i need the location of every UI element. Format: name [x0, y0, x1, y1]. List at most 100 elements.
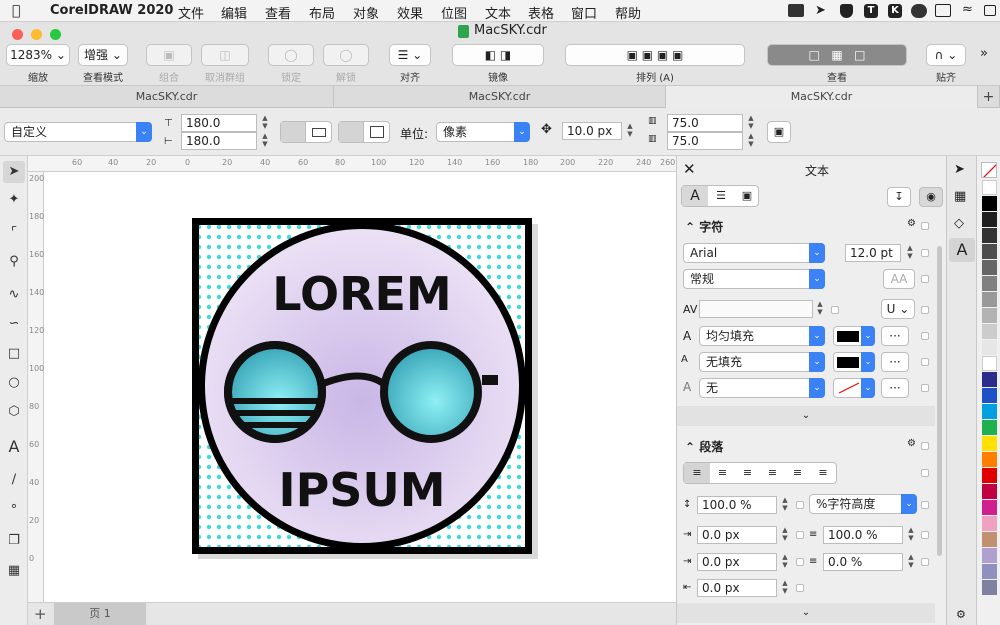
- snap-button[interactable]: ∩ ⌄: [926, 44, 966, 66]
- right-indent-checkbox[interactable]: [796, 584, 804, 592]
- docker-settings-icon[interactable]: ⚙: [956, 608, 966, 621]
- import-style-icon[interactable]: ↧: [887, 187, 911, 207]
- pick-tool-icon[interactable]: ➤: [3, 161, 25, 183]
- palette-swatch[interactable]: [982, 276, 997, 291]
- font-select[interactable]: Arial ⌄: [683, 243, 825, 263]
- kerning-checkbox[interactable]: [831, 306, 839, 314]
- unlock-button[interactable]: ◯: [323, 44, 369, 66]
- freehand-tool-icon[interactable]: ∿: [3, 284, 25, 306]
- align-force-icon[interactable]: ≡: [810, 463, 836, 483]
- palette-swatch[interactable]: [982, 244, 997, 259]
- tab-doc-1[interactable]: MacSKY.cdr: [0, 86, 334, 108]
- palette-swatch[interactable]: [982, 340, 997, 355]
- align-center-icon[interactable]: ≡: [735, 463, 760, 483]
- underline-button[interactable]: U ⌄: [881, 299, 915, 319]
- palette-swatch[interactable]: [982, 516, 997, 531]
- palette-swatch[interactable]: [982, 196, 997, 211]
- palette-swatch[interactable]: [982, 372, 997, 387]
- palette-swatch[interactable]: [982, 564, 997, 579]
- paragraph-mode-icon[interactable]: ☰: [708, 186, 734, 206]
- nudge-field[interactable]: 10.0 px: [562, 122, 622, 140]
- tab-doc-3[interactable]: MacSKY.cdr: [666, 86, 978, 108]
- palette-swatch[interactable]: [982, 580, 997, 595]
- menu-view[interactable]: 查看: [265, 3, 291, 22]
- text-tool-icon[interactable]: A: [3, 436, 25, 458]
- align-none-icon[interactable]: ≡: [684, 463, 710, 483]
- palette-swatch[interactable]: [982, 468, 997, 483]
- battery-icon[interactable]: [984, 5, 996, 16]
- unit-select[interactable]: 像素 ⌄: [436, 122, 530, 142]
- palette-swatch[interactable]: [982, 436, 997, 451]
- first-indent-checkbox[interactable]: [796, 558, 804, 566]
- alignment-buttons[interactable]: ≡ ≡ ≡ ≡ ≡ ≡: [683, 462, 837, 484]
- menu-layout[interactable]: 布局: [309, 3, 335, 22]
- bg-checkbox[interactable]: [921, 358, 929, 366]
- fill-type-select[interactable]: 均匀填充 ⌄: [699, 326, 825, 346]
- palette-swatch[interactable]: [982, 548, 997, 563]
- palette-swatch[interactable]: [982, 260, 997, 275]
- page-height-field[interactable]: 180.0: [181, 132, 257, 150]
- display-icon[interactable]: [935, 4, 951, 17]
- character-mode-icon[interactable]: A: [682, 186, 708, 206]
- width-stepper[interactable]: ▲ ▼: [260, 114, 270, 132]
- palette-swatch[interactable]: [982, 324, 997, 339]
- text-icon[interactable]: T: [864, 4, 878, 18]
- frame-mode-icon[interactable]: ▣: [734, 186, 760, 206]
- left-indent-checkbox[interactable]: [796, 531, 804, 539]
- word-spacing-checkbox[interactable]: [921, 558, 929, 566]
- docker-scrollbar[interactable]: [937, 246, 942, 556]
- char-expand-icon[interactable]: ⌄: [677, 406, 935, 426]
- group-button[interactable]: ▣: [146, 44, 192, 66]
- portrait-icon[interactable]: [281, 122, 306, 142]
- char-spacing-field[interactable]: 100.0 %: [823, 526, 903, 544]
- size-checkbox[interactable]: [921, 249, 929, 257]
- align-docker-icon[interactable]: ▦: [954, 189, 966, 204]
- shape-tool-icon[interactable]: ✦: [3, 189, 25, 211]
- align-left-icon[interactable]: ≡: [710, 463, 735, 483]
- menu-help[interactable]: 帮助: [615, 3, 641, 22]
- unit-checkbox[interactable]: [921, 501, 929, 509]
- artwork-subtitle-text[interactable]: IPSUM: [278, 463, 445, 517]
- text-docker-tab-icon[interactable]: A: [949, 238, 975, 262]
- all-pages-icon[interactable]: [339, 122, 364, 142]
- app-menu[interactable]: CorelDRAW 2020: [50, 3, 173, 18]
- para-expand-icon[interactable]: ⌄: [677, 603, 935, 623]
- polygon-tool-icon[interactable]: ⬡: [3, 401, 25, 423]
- horizontal-ruler[interactable]: 60 40 20 0 20 40 60 80 100 120 140 160 1…: [28, 156, 676, 172]
- menu-object[interactable]: 对象: [353, 3, 379, 22]
- tab-doc-2[interactable]: MacSKY.cdr: [334, 86, 666, 108]
- left-indent-stepper[interactable]: ▲ ▼: [780, 526, 790, 544]
- menu-file[interactable]: 文件: [178, 3, 204, 22]
- first-indent-stepper[interactable]: ▲ ▼: [780, 553, 790, 571]
- underline-checkbox[interactable]: [921, 306, 929, 314]
- palette-swatch[interactable]: [982, 292, 997, 307]
- shield-icon[interactable]: [840, 4, 853, 18]
- current-page-icon[interactable]: [370, 126, 384, 138]
- palette-swatch[interactable]: [982, 180, 997, 195]
- lock-button[interactable]: ◯: [268, 44, 314, 66]
- view-toggle-buttons[interactable]: □ ▦ □: [767, 44, 907, 66]
- bird-icon[interactable]: ➤: [815, 3, 826, 18]
- close-docker-icon[interactable]: ✕: [683, 160, 696, 178]
- minimize-window-button[interactable]: [31, 29, 42, 40]
- wifi-icon[interactable]: ≈: [962, 2, 973, 17]
- style-checkbox[interactable]: [921, 275, 929, 283]
- font-style-select[interactable]: 常规 ⌄: [683, 269, 825, 289]
- palette-swatch[interactable]: [982, 532, 997, 547]
- shadow-tool-icon[interactable]: ❐: [3, 530, 25, 552]
- screen-icon[interactable]: [788, 4, 804, 17]
- kerning-stepper[interactable]: ▲ ▼: [815, 300, 825, 318]
- right-indent-stepper[interactable]: ▲ ▼: [780, 579, 790, 597]
- fill-color-picker[interactable]: ⌄: [833, 326, 875, 346]
- char-lock-checkbox[interactable]: [921, 222, 929, 230]
- k-icon[interactable]: K: [888, 4, 902, 18]
- nudge-stepper[interactable]: ▲ ▼: [625, 122, 635, 140]
- hints-icon[interactable]: ➤: [954, 162, 965, 177]
- fill-tool-icon[interactable]: ▦: [3, 560, 25, 582]
- landscape-icon[interactable]: [312, 128, 326, 137]
- menu-bitmap[interactable]: 位图: [441, 3, 467, 22]
- line-spacing-field[interactable]: 100.0 %: [697, 496, 777, 514]
- outline-checkbox[interactable]: [921, 384, 929, 392]
- apple-icon[interactable]: : [12, 3, 20, 19]
- line-spacing-unit-select[interactable]: %字符高度 ⌄: [809, 494, 917, 514]
